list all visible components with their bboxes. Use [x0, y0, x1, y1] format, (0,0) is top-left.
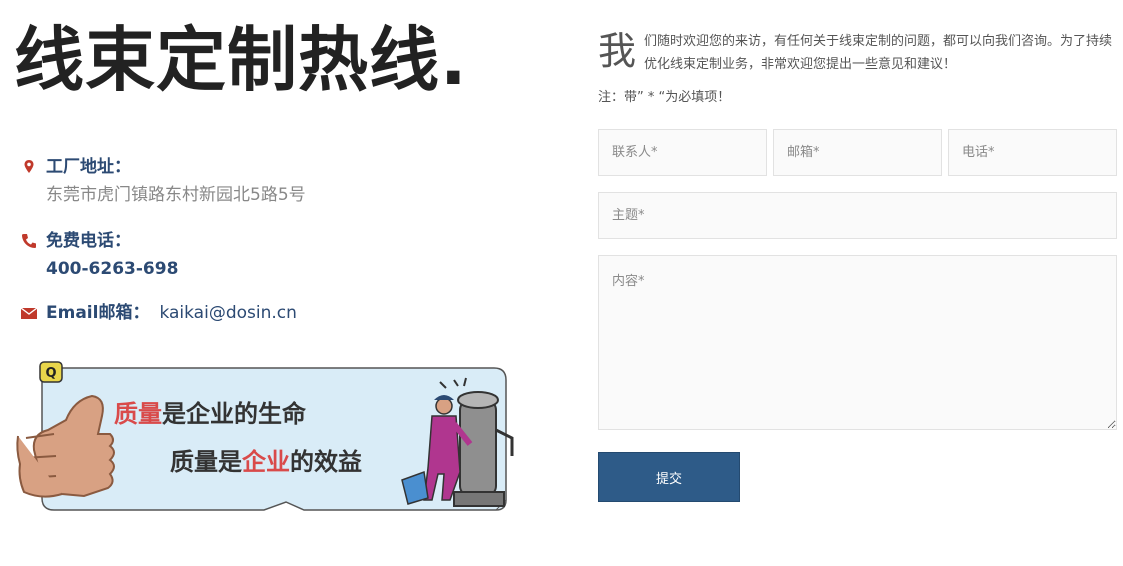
intro-big-char: 我 — [598, 29, 637, 73]
email-value[interactable]: kaikai@dosin.cn — [159, 303, 296, 323]
required-note: 注：带” * “为必填项！ — [598, 90, 731, 105]
email-label: Email邮箱： kaikai@dosin.cn — [46, 302, 297, 324]
subject-input[interactable] — [598, 192, 1117, 239]
slogan-line2-highlight: 企业 — [242, 448, 290, 476]
address-label: 工厂地址： — [46, 157, 131, 177]
contact-form-panel: 我 们随时欢迎您的来访，有任何关于线束定制的问题，都可以向我们咨询。为了持续优化… — [598, 0, 1123, 566]
svg-text:质量是企业的效益: 质量是企业的效益 — [170, 448, 362, 476]
phone-input[interactable] — [948, 129, 1117, 176]
phone-value[interactable]: 400-6263-698 — [46, 258, 178, 280]
submit-button[interactable]: 提交 — [598, 452, 740, 502]
address-value: 东莞市虎门镇路东村新园北5路5号 — [46, 185, 306, 205]
phone-icon — [22, 234, 36, 248]
content-textarea[interactable] — [598, 255, 1117, 430]
page-title: 线束定制热线. — [14, 19, 468, 101]
contact-name-input[interactable] — [598, 129, 767, 176]
slogan-line1-rest: 是企业的生命 — [162, 400, 307, 428]
map-pin-icon — [24, 160, 34, 173]
q-badge-letter: Q — [45, 366, 56, 381]
email-label-text: Email邮箱： — [46, 303, 150, 323]
contact-info-panel: 线束定制热线. 工厂地址： 东莞市虎门镇路东村新园北5路5号 免费电话： 400… — [0, 0, 560, 566]
phone-label: 免费电话： — [46, 231, 131, 251]
quality-slogan-banner: Q 质量是企业的生命 质量是企业的效益 — [16, 361, 514, 511]
email-input[interactable] — [773, 129, 942, 176]
intro-text: 们随时欢迎您的来访，有任何关于线束定制的问题，都可以向我们咨询。为了持续优化线束… — [644, 34, 1113, 72]
envelope-icon — [20, 307, 38, 319]
svg-text:质量是企业的生命: 质量是企业的生命 — [114, 400, 307, 428]
slogan-line2-post: 的效益 — [290, 448, 362, 476]
slogan-line2-pre: 质量是 — [170, 448, 242, 476]
slogan-line1-highlight: 质量 — [114, 400, 162, 428]
